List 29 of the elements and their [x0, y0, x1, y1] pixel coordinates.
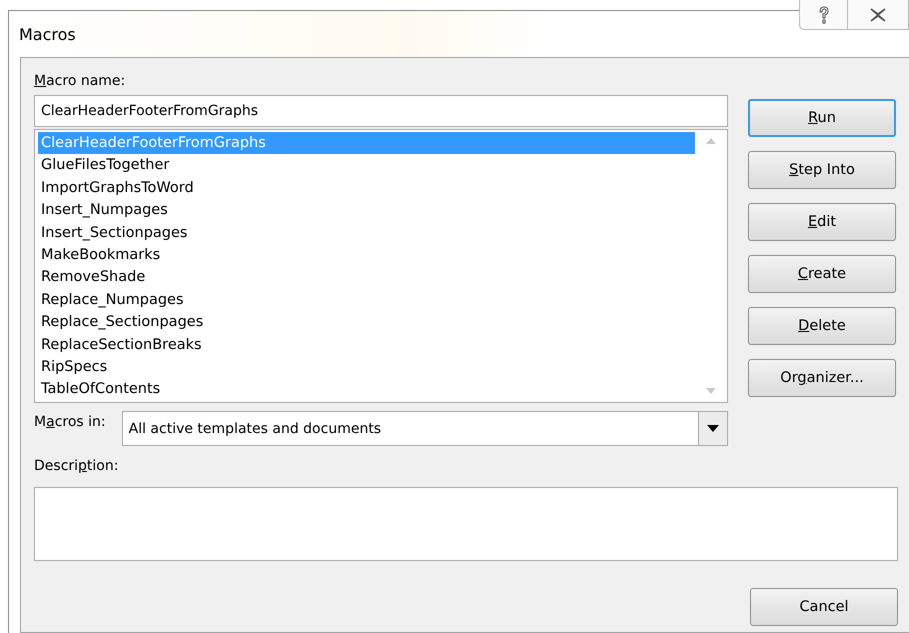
list-item[interactable]: RemoveShade: [38, 266, 695, 289]
field-label: Macros in:: [34, 413, 106, 432]
dialog-button[interactable]: Delete: [748, 307, 896, 345]
list-item[interactable]: ReplaceSectionBreaks: [38, 334, 695, 356]
macro-name-field[interactable]: ClearHeaderFooterFromGraphs: [34, 95, 728, 127]
list-item[interactable]: GlueFilesTogether: [38, 154, 695, 177]
dialog-button[interactable]: Create: [748, 255, 896, 293]
close-icon: [869, 8, 887, 22]
dialog-button[interactable]: Run: [748, 99, 896, 137]
dialog-button[interactable]: Step Into: [748, 151, 896, 189]
macros-in-dropdown[interactable]: All active templates and documents: [122, 411, 728, 446]
help-icon: [816, 4, 830, 24]
cancel-button[interactable]: Cancel: [750, 588, 898, 626]
close-button[interactable]: [847, 0, 909, 30]
field-label: Description:: [34, 457, 118, 476]
help-button[interactable]: [799, 0, 847, 30]
list-item[interactable]: Insert_Sectionpages: [38, 222, 695, 244]
dialog-button[interactable]: Organizer...: [748, 359, 896, 397]
list-item[interactable]: Replace_Numpages: [38, 288, 695, 312]
list-item[interactable]: ImportGraphsToWord: [38, 176, 695, 200]
list-item[interactable]: TableOfContents: [38, 378, 695, 401]
dialog-button[interactable]: Edit: [748, 203, 896, 241]
list-item[interactable]: MakeBookmarks: [38, 244, 695, 266]
field-label: Macro name:: [34, 72, 126, 91]
list-item[interactable]: RipSpecs: [38, 356, 695, 378]
dropdown-arrow-icon: [707, 425, 719, 432]
list-item[interactable]: Insert_Numpages: [38, 199, 695, 222]
list-item[interactable]: Replace_Sectionpages: [38, 311, 695, 334]
window-title: Macros: [19, 24, 76, 44]
